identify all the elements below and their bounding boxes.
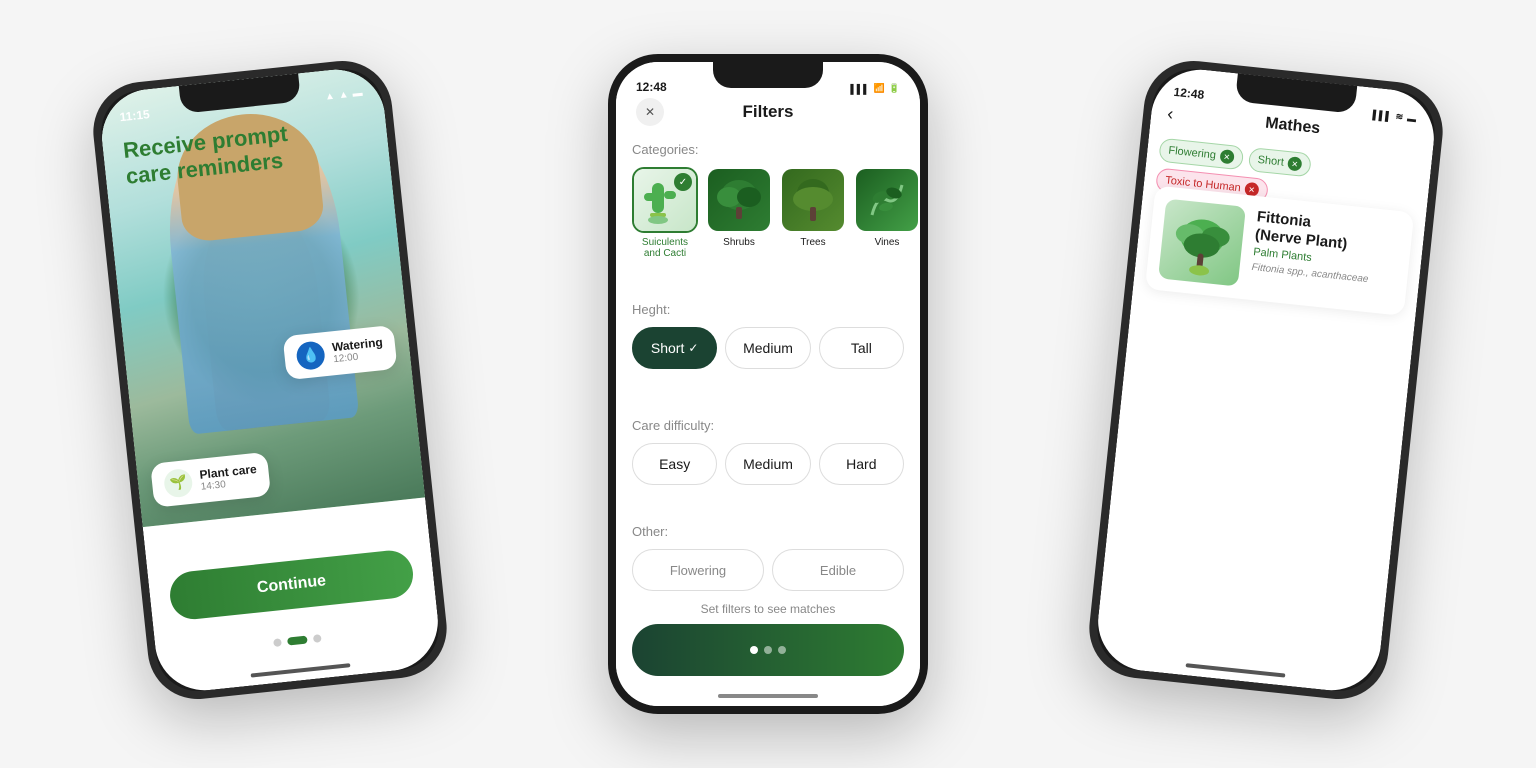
back-button[interactable]: ‹ [1166,103,1174,125]
tag-flowering-remove[interactable]: ✕ [1219,149,1234,164]
dot-3 [313,634,322,643]
center-dot-2 [764,646,772,654]
difficulty-medium-btn[interactable]: Medium [725,443,810,485]
vines-img [854,167,920,233]
difficulty-easy-btn[interactable]: Easy [632,443,717,485]
filter-title: Filters [742,102,793,122]
category-shrubs[interactable]: Shrubs [706,167,772,259]
phone-right: 12:48 ▌▌▌ ≋ ▬ ‹ Mathes F [1084,56,1447,704]
close-button[interactable]: ✕ [636,98,664,126]
height-label: Heght: [632,302,904,317]
signal-icon-r: ▌▌▌ [1372,109,1392,121]
center-dot-1 [750,646,758,654]
phone-left: 11:15 ▲ ▲ ▬ [88,56,451,704]
signal-icon: ▲ [324,91,335,103]
status-time-right: 12:48 [1173,85,1205,102]
center-dot-3 [778,646,786,654]
succulents-img: ✓ [632,167,698,233]
category-succulents[interactable]: ✓ Suiculentsand Cacti [632,167,698,259]
vine-art [856,169,918,231]
categories-section: Categories: [632,142,904,259]
other-section: Other: Flowering Edible [632,524,904,591]
other-edible-btn[interactable]: Edible [772,549,904,591]
center-content: ✕ Filters Categories: [616,62,920,706]
height-tall-btn[interactable]: Tall [819,327,904,369]
phones-container: 11:15 ▲ ▲ ▬ [0,0,1536,768]
status-icons-right: ▌▌▌ ≋ ▬ [1372,109,1417,125]
category-trees[interactable]: Trees [780,167,846,259]
categories-label: Categories: [632,142,904,157]
status-time-center: 12:48 [636,80,667,94]
signal-bar-icon: ▌▌▌ [850,84,869,94]
plant-image [1158,199,1246,287]
difficulty-section: Care difficulty: Easy Medium Hard [632,418,904,485]
set-filters-message: Set filters to see matches [616,602,920,616]
phone-center: 12:48 ▌▌▌ 📶 🔋 ✕ Filters Categories: [608,54,928,714]
wifi-icon-c: 📶 [874,83,885,94]
filter-header: ✕ Filters [616,102,920,122]
status-time-left: 11:15 [119,107,150,124]
status-icons-left: ▲ ▲ ▬ [324,88,363,103]
shrubs-img [706,167,772,233]
dot-2-active [287,635,308,645]
wifi-icon-r: ≋ [1395,111,1404,123]
watering-icon: 💧 [295,340,326,371]
other-options: Flowering Edible [632,549,904,591]
selected-check: ✓ [674,173,692,191]
battery-icon-c: 🔋 [889,83,900,94]
right-content: ‹ Mathes Flowering ✕ Short ✕ Toxic t [1093,65,1439,695]
tag-short[interactable]: Short ✕ [1247,147,1311,177]
right-title: Mathes [1264,115,1321,139]
short-check: ✓ [688,341,698,355]
battery-icon-r: ▬ [1407,113,1417,124]
height-medium-btn[interactable]: Medium [725,327,810,369]
height-section: Heght: Short ✓ Medium Tall [632,302,904,369]
home-indicator-center [718,694,818,698]
plant-info: Fittonia (Nerve Plant) Palm Plants Fitto… [1250,208,1375,300]
other-flowering-btn[interactable]: Flowering [632,549,764,591]
trees-label: Trees [800,237,825,248]
pagination-dots-center [750,646,786,654]
continue-button[interactable]: Continue [168,548,416,621]
trees-img [780,167,846,233]
tag-flowering[interactable]: Flowering ✕ [1158,138,1244,171]
vines-label: Vines [875,237,900,248]
categories-grid: ✓ Suiculentsand Cacti [632,167,904,259]
height-options: Short ✓ Medium Tall [632,327,904,369]
category-vines[interactable]: Vines [854,167,920,259]
difficulty-hard-btn[interactable]: Hard [819,443,904,485]
other-label: Other: [632,524,904,539]
battery-icon: ▬ [352,88,363,100]
notch-center [713,62,823,88]
left-content: Receive prompt care reminders 💧 Watering… [97,65,443,695]
dot-1 [273,638,282,647]
shrub-art [708,169,770,231]
difficulty-options: Easy Medium Hard [632,443,904,485]
shrubs-label: Shrubs [723,237,755,248]
succulents-label: Suiculentsand Cacti [642,237,688,259]
tree-art [782,169,844,231]
difficulty-label: Care difficulty: [632,418,904,433]
tag-short-remove[interactable]: ✕ [1287,156,1302,171]
pagination-dots-left [156,622,439,660]
status-icons-center: ▌▌▌ 📶 🔋 [850,83,900,94]
wifi-icon: ▲ [338,89,349,101]
plant-care-icon: 🌱 [163,468,194,499]
apply-button[interactable] [632,624,904,676]
height-short-btn[interactable]: Short ✓ [632,327,717,369]
